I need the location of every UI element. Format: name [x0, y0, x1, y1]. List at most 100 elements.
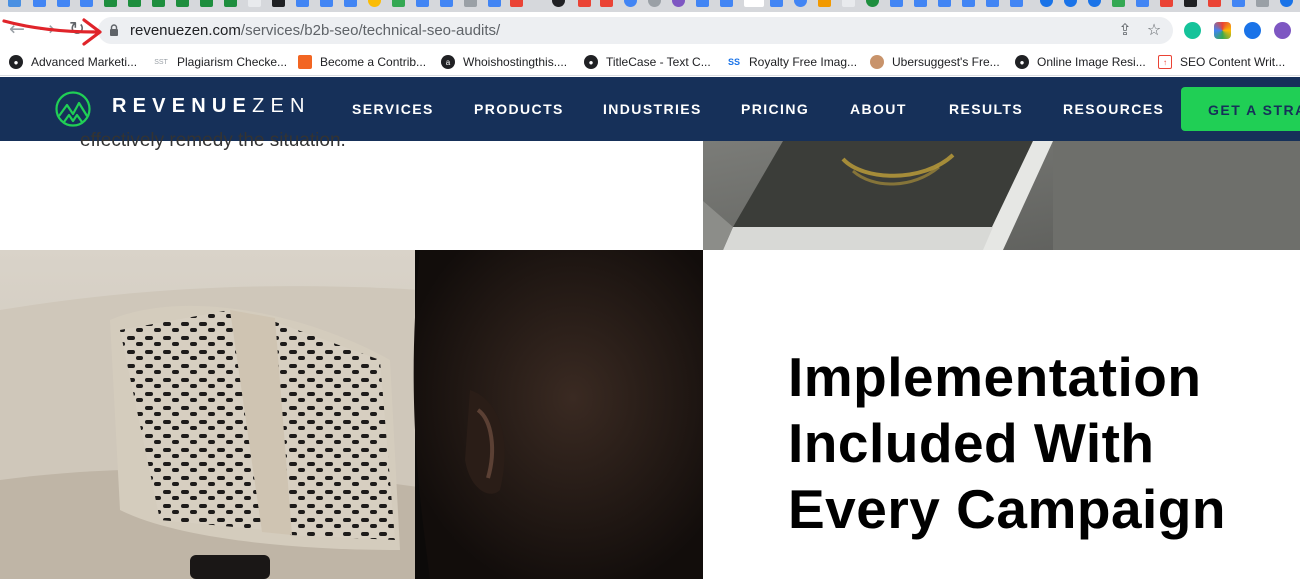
bookmark-item[interactable]: ● Online Image Resi...: [1015, 53, 1146, 71]
tab-favicon[interactable]: [938, 0, 951, 7]
active-tab-favicon[interactable]: [744, 0, 764, 7]
url-text[interactable]: revenuezen.com/services/b2b-seo/technica…: [130, 22, 500, 39]
bookmarks-bar: ● Advanced Marketi... SST Plagiarism Che…: [0, 48, 1300, 76]
bookmark-label: Royalty Free Imag...: [749, 55, 858, 69]
brand-wordmark-bold: REVENUE: [112, 95, 253, 117]
bookmark-item[interactable]: Ubersuggest's Fre...: [870, 53, 1000, 71]
tab-favicon[interactable]: [1136, 0, 1149, 7]
tab-favicon[interactable]: [128, 0, 141, 7]
tab-favicon[interactable]: [1184, 0, 1197, 7]
tab-favicon[interactable]: [1160, 0, 1173, 7]
tab-favicon[interactable]: [1112, 0, 1125, 7]
tab-favicon[interactable]: [248, 0, 261, 7]
avatar-icon: [870, 55, 884, 69]
sst-icon: SST: [154, 58, 168, 66]
tab-favicon[interactable]: [368, 0, 381, 7]
tab-favicon[interactable]: [8, 0, 21, 7]
amazon-assistant-extension-icon[interactable]: [1244, 22, 1261, 39]
tab-favicon[interactable]: [914, 0, 927, 7]
tab-favicon[interactable]: [962, 0, 975, 7]
tab-favicon[interactable]: [672, 0, 685, 7]
globe-icon: ●: [584, 55, 598, 69]
tab-favicon[interactable]: [80, 0, 93, 7]
tab-favicon[interactable]: [842, 0, 855, 7]
tab-favicon[interactable]: [1010, 0, 1023, 7]
get-a-strategy-button[interactable]: GET A STRATEGY: [1181, 87, 1300, 131]
tab-favicon[interactable]: [320, 0, 333, 7]
nav-products[interactable]: PRODUCTS: [474, 101, 564, 117]
bookmark-item[interactable]: SST Plagiarism Checke...: [153, 53, 287, 71]
tab-favicon[interactable]: [600, 0, 613, 7]
bookmark-item[interactable]: Become a Contrib...: [298, 53, 426, 71]
tab-favicon[interactable]: [1256, 0, 1269, 7]
nav-resources[interactable]: RESOURCES: [1063, 101, 1164, 117]
tab-favicon[interactable]: [510, 0, 523, 7]
tab-favicon[interactable]: [464, 0, 477, 7]
tab-favicon[interactable]: [104, 0, 117, 7]
globe-icon: ●: [1015, 55, 1029, 69]
tab-favicon[interactable]: [1280, 0, 1293, 7]
bookmark-label: SEO Content Writ...: [1180, 55, 1286, 69]
forward-arrow-icon[interactable]: →: [36, 18, 58, 40]
back-arrow-icon[interactable]: ←: [6, 18, 28, 40]
tab-favicon[interactable]: [696, 0, 709, 7]
tab-favicon[interactable]: [1208, 0, 1221, 7]
nav-services[interactable]: SERVICES: [352, 101, 434, 117]
bookmark-item[interactable]: ● TitleCase - Text C...: [584, 53, 711, 71]
tab-favicon[interactable]: [890, 0, 903, 7]
tab-favicon[interactable]: [392, 0, 405, 7]
tab-favicon[interactable]: [578, 0, 591, 7]
address-bar[interactable]: revenuezen.com/services/b2b-seo/technica…: [98, 17, 1173, 44]
lock-icon[interactable]: [109, 24, 119, 36]
monitor-photo: [703, 141, 1300, 250]
bookmark-item[interactable]: ● Advanced Marketi...: [9, 53, 137, 71]
browser-toolbar: ← → ↻ revenuezen.com/services/b2b-seo/te…: [0, 12, 1300, 48]
share-icon[interactable]: ⇪: [1116, 21, 1134, 39]
tab-favicon[interactable]: [866, 0, 879, 7]
tab-favicon[interactable]: [1088, 0, 1101, 7]
tab-favicon[interactable]: [648, 0, 661, 7]
star-icon[interactable]: ☆: [1145, 21, 1163, 39]
tab-favicon[interactable]: [552, 0, 565, 7]
tab-favicon[interactable]: [1040, 0, 1053, 7]
revenuezen-logo-icon[interactable]: [54, 90, 92, 128]
bookmark-item[interactable]: SS Royalty Free Imag...: [727, 53, 857, 71]
tab-favicon[interactable]: [624, 0, 637, 7]
extension-icon[interactable]: [1274, 22, 1291, 39]
tab-favicon[interactable]: [818, 0, 831, 7]
monitor-photo-art: [703, 141, 1300, 250]
tab-favicon[interactable]: [57, 0, 70, 7]
url-path: /services/b2b-seo/technical-seo-audits/: [240, 22, 501, 39]
tab-favicon[interactable]: [152, 0, 165, 7]
tab-favicon[interactable]: [488, 0, 501, 7]
nav-pricing[interactable]: PRICING: [741, 101, 809, 117]
bookmark-item[interactable]: a Whoishostingthis....: [441, 53, 567, 71]
color-picker-extension-icon[interactable]: [1214, 22, 1231, 39]
nav-industries[interactable]: INDUSTRIES: [603, 101, 702, 117]
tab-favicon[interactable]: [416, 0, 429, 7]
nav-about[interactable]: ABOUT: [850, 101, 907, 117]
tab-strip[interactable]: [0, 0, 1300, 12]
bookmark-label: Online Image Resi...: [1037, 55, 1146, 69]
tab-favicon[interactable]: [224, 0, 237, 7]
tab-favicon[interactable]: [272, 0, 285, 7]
tab-favicon[interactable]: [986, 0, 999, 7]
grammarly-extension-icon[interactable]: [1184, 22, 1201, 39]
nav-results[interactable]: RESULTS: [949, 101, 1023, 117]
orange-bird-icon: [298, 55, 312, 69]
tab-favicon[interactable]: [200, 0, 213, 7]
tab-favicon[interactable]: [440, 0, 453, 7]
tab-favicon[interactable]: [176, 0, 189, 7]
bookmark-item[interactable]: ↑ SEO Content Writ...: [1158, 53, 1285, 71]
tab-favicon[interactable]: [1064, 0, 1077, 7]
person-on-couch-photo: [0, 250, 703, 579]
reload-icon[interactable]: ↻: [66, 18, 88, 40]
tab-favicon[interactable]: [344, 0, 357, 7]
tab-favicon[interactable]: [770, 0, 783, 7]
tab-favicon[interactable]: [1232, 0, 1245, 7]
tab-favicon[interactable]: [794, 0, 807, 7]
tab-favicon[interactable]: [296, 0, 309, 7]
brand-wordmark[interactable]: REVENUEZEN: [112, 95, 311, 118]
tab-favicon[interactable]: [33, 0, 46, 7]
tab-favicon[interactable]: [720, 0, 733, 7]
